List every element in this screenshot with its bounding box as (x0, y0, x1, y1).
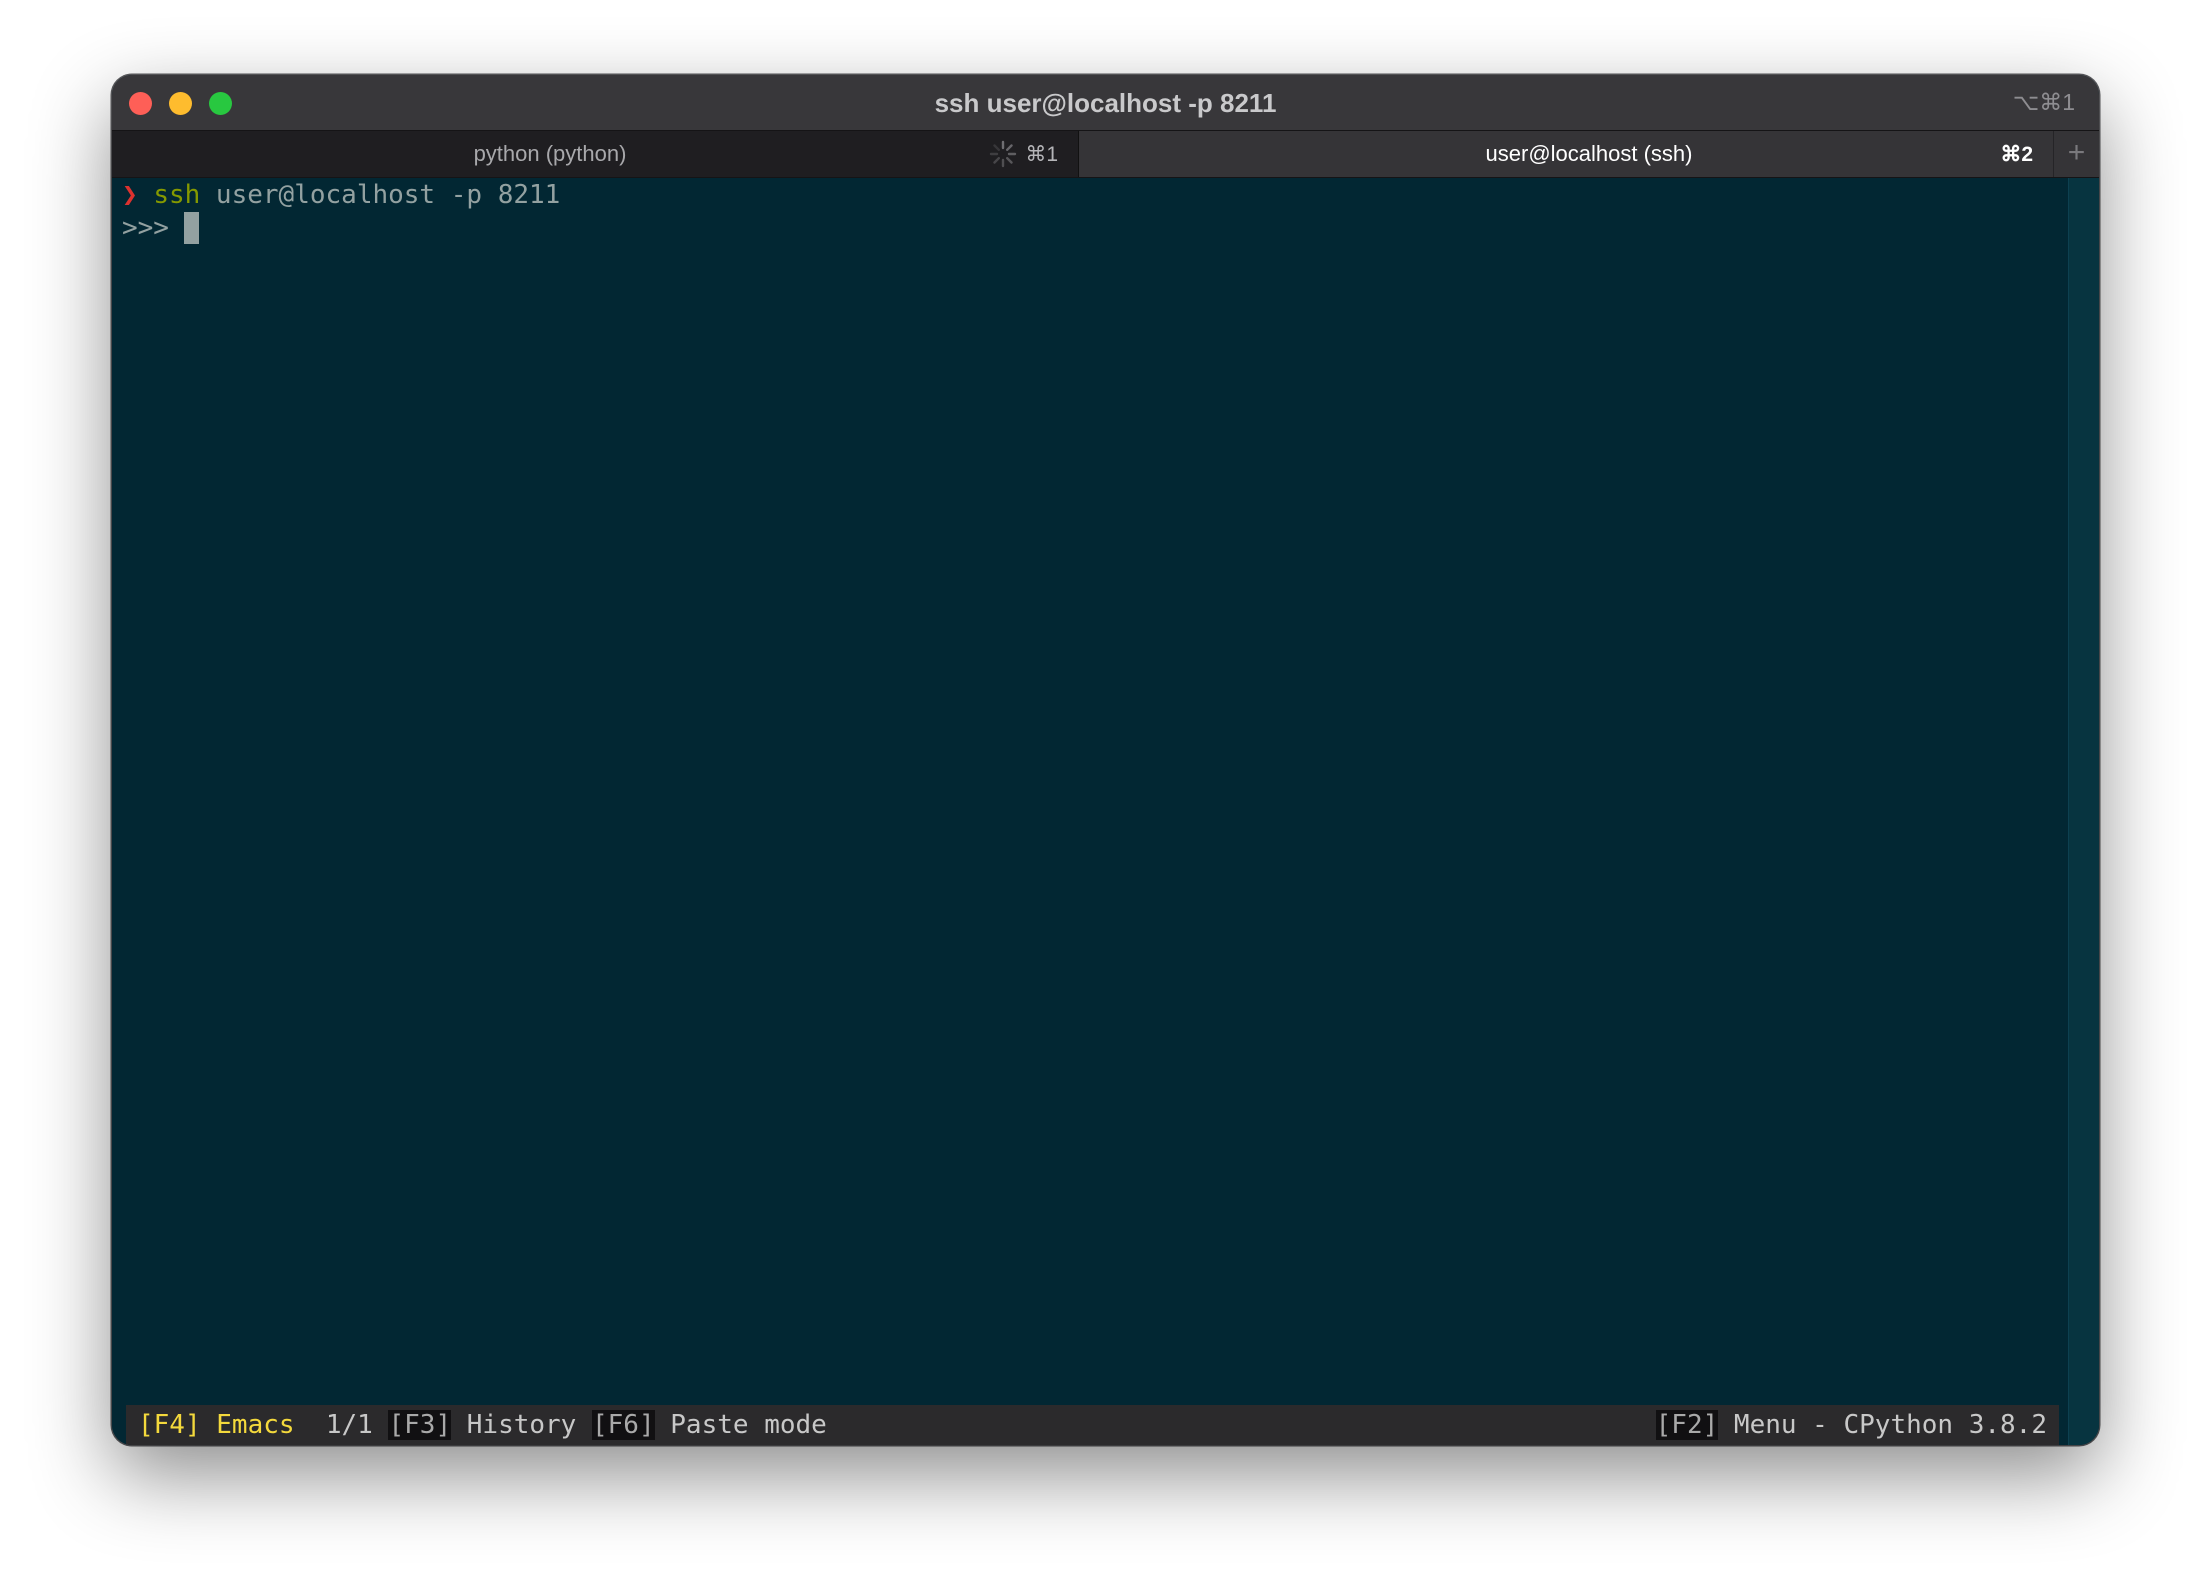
f4-key[interactable]: [F4] (138, 1410, 201, 1440)
history-counter: 1/1 (325, 1410, 373, 1440)
window-shortcut: ⌥⌘1 (2012, 89, 2075, 115)
window-title: ssh user@localhost -p 8211 (934, 88, 1277, 118)
title-bar[interactable]: ssh user@localhost -p 8211 ⌥⌘1 (112, 75, 2099, 130)
f3-key[interactable]: [F3] (388, 1410, 452, 1440)
repl-prompt: >>> (122, 213, 169, 243)
tab-shortcut: ⌘2 (2000, 143, 2033, 166)
f2-key[interactable]: [F2] (1655, 1410, 1719, 1440)
tab-label: user@localhost (ssh) (1485, 141, 1693, 166)
editing-mode-label: Emacs (200, 1410, 295, 1440)
tab-ssh[interactable]: user@localhost (ssh) ⌘2 + (1079, 131, 2099, 177)
activity-spinner-icon (989, 140, 1017, 168)
command-name: ssh (153, 180, 201, 210)
menu-label: Menu - CPython 3.8.2 (1718, 1410, 2047, 1440)
text-cursor (183, 212, 199, 244)
terminal-pane[interactable]: ❯ ssh user@localhost -p 8211 >>> [F4] Em… (112, 178, 2099, 1445)
paste-mode-label: Paste mode (654, 1410, 827, 1440)
repl-status-bar: [F4] Emacs 1/1 [F3] History [F6] Paste m… (126, 1405, 2059, 1445)
f6-key[interactable]: [F6] (592, 1410, 655, 1440)
command-args: user@localhost -p 8211 (200, 180, 561, 210)
repl-input-line[interactable]: >>> (122, 211, 199, 245)
tab-label: python (python) (473, 141, 627, 166)
tab-bar: python (python) ⌘1 user@localhost (ssh) … (112, 130, 2099, 178)
scrollbar[interactable] (2068, 178, 2099, 1445)
tab-shortcut: ⌘1 (1025, 143, 1058, 166)
tab-python[interactable]: python (python) ⌘1 (112, 131, 1079, 177)
history-label: History (451, 1410, 592, 1440)
command-line: ❯ ssh user@localhost -p 8211 (122, 178, 560, 212)
terminal-window: ssh user@localhost -p 8211 ⌥⌘1 python (p… (112, 75, 2099, 1445)
status-left: [F4] Emacs 1/1 [F3] History [F6] Paste m… (138, 1405, 827, 1445)
prompt-chevron-icon: ❯ (122, 180, 138, 210)
new-tab-button[interactable]: + (2053, 131, 2099, 177)
status-right: [F2] Menu - CPython 3.8.2 (1655, 1405, 2047, 1445)
